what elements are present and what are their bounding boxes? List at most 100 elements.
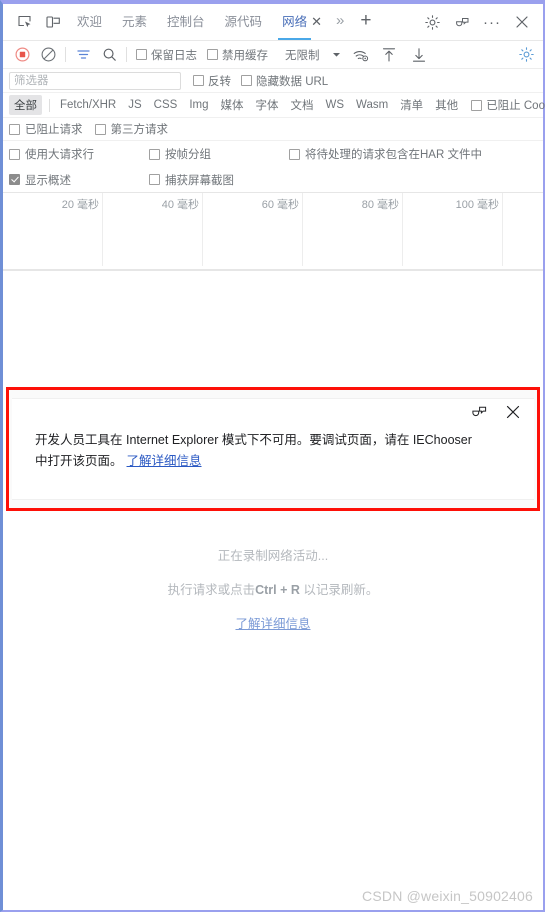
preserve-log-checkbox[interactable]: 保留日志 bbox=[136, 47, 197, 63]
empty-state-learn-more-link[interactable]: 了解详细信息 bbox=[235, 617, 310, 631]
close-icon[interactable] bbox=[507, 7, 537, 37]
feedback-icon[interactable] bbox=[469, 402, 489, 422]
network-empty-state: 正在录制网络活动... 执行请求或点击Ctrl + R 以记录刷新。 了解详细信… bbox=[3, 519, 543, 910]
hide-data-urls-label: 隐藏数据 URL bbox=[256, 75, 329, 88]
capture-screenshots-box[interactable] bbox=[149, 174, 160, 185]
third-party-requests-checkbox[interactable]: 第三方请求 bbox=[94, 121, 169, 137]
chip-img[interactable]: Img bbox=[184, 97, 213, 113]
banner-learn-more-link[interactable]: 了解详细信息 bbox=[127, 454, 202, 468]
preserve-log-label: 保留日志 bbox=[151, 49, 197, 62]
third-party-requests-label: 第三方请求 bbox=[110, 124, 169, 136]
chip-wasm[interactable]: Wasm bbox=[351, 97, 393, 113]
tab-sources[interactable]: 源代码 bbox=[215, 4, 273, 40]
tab-network[interactable]: 网络 bbox=[272, 4, 317, 40]
chevron-down-icon[interactable] bbox=[326, 44, 348, 66]
settings-gear-icon[interactable] bbox=[513, 43, 539, 67]
empty-state-content: 正在录制网络活动... 执行请求或点击Ctrl + R 以记录刷新。 了解详细信… bbox=[3, 545, 543, 633]
capture-screenshots-label: 捕获屏幕截图 bbox=[165, 174, 234, 187]
blocked-requests-box[interactable] bbox=[9, 123, 20, 135]
big-request-rows-checkbox[interactable]: 使用大请求行 bbox=[9, 146, 149, 162]
invert-label: 反转 bbox=[208, 75, 231, 88]
chip-fetch-xhr[interactable]: Fetch/XHR bbox=[55, 97, 121, 113]
hint-shortcut: Ctrl + R bbox=[255, 583, 300, 597]
overview-tick-label: 40 毫秒 bbox=[161, 199, 199, 211]
group-by-frame-checkbox[interactable]: 按帧分组 bbox=[149, 146, 289, 162]
more-tabs-icon[interactable]: » bbox=[328, 4, 352, 40]
hint-suffix: 以记录刷新。 bbox=[299, 583, 379, 597]
feedback-icon[interactable] bbox=[447, 7, 477, 37]
chip-doc[interactable]: 文档 bbox=[286, 95, 319, 115]
throttling-select[interactable]: 无限制 bbox=[279, 45, 326, 65]
overview-tick-label: 100 毫秒 bbox=[455, 199, 499, 211]
chip-media[interactable]: 媒体 bbox=[216, 95, 249, 115]
chip-all[interactable]: 全部 bbox=[9, 95, 42, 115]
filter-input[interactable] bbox=[9, 71, 181, 90]
big-request-rows-label: 使用大请求行 bbox=[25, 149, 94, 161]
ie-mode-banner: 开发人员工具在 Internet Explorer 模式下不可用。要调试页面，请… bbox=[6, 387, 540, 511]
export-har-icon[interactable] bbox=[404, 43, 434, 67]
chip-js[interactable]: JS bbox=[123, 97, 146, 113]
inspect-element-icon[interactable] bbox=[11, 9, 39, 35]
include-pending-har-checkbox[interactable]: 将待处理的请求包含在HAR 文件中 bbox=[289, 146, 482, 162]
tab-welcome[interactable]: 欢迎 bbox=[67, 4, 112, 40]
filter-row: 反转 隐藏数据 URL bbox=[3, 69, 543, 93]
preserve-log-box[interactable] bbox=[136, 49, 147, 60]
chip-separator bbox=[49, 98, 50, 112]
device-emulation-icon[interactable] bbox=[39, 9, 67, 35]
devtools-window: 欢迎 元素 控制台 源代码 网络 ✕ » + ··· 保留日志 禁用缓存 无限制… bbox=[0, 0, 545, 912]
type-filter-row: 全部 Fetch/XHR JS CSS Img 媒体 字体 文档 WS Wasm… bbox=[3, 93, 545, 118]
overview-tick-label: 60 毫秒 bbox=[261, 199, 299, 211]
network-conditions-icon[interactable] bbox=[348, 43, 374, 67]
group-by-frame-label: 按帧分组 bbox=[165, 149, 211, 161]
disable-cache-checkbox[interactable]: 禁用缓存 bbox=[207, 47, 268, 63]
tab-elements[interactable]: 元素 bbox=[112, 4, 157, 40]
third-party-requests-box[interactable] bbox=[94, 123, 106, 135]
option-row-requests: 已阻止请求 第三方请求 bbox=[3, 118, 543, 141]
blocked-requests-checkbox[interactable]: 已阻止请求 bbox=[9, 121, 83, 137]
toolbar-separator-2 bbox=[126, 47, 127, 62]
hide-data-urls-box[interactable] bbox=[241, 75, 252, 86]
big-request-rows-box[interactable] bbox=[9, 148, 20, 160]
devtools-tabbar: 欢迎 元素 控制台 源代码 网络 ✕ » + ··· bbox=[3, 4, 543, 41]
record-stop-icon[interactable] bbox=[9, 43, 35, 67]
banner-region: 开发人员工具在 Internet Explorer 模式下不可用。要调试页面，请… bbox=[3, 379, 543, 519]
chip-other[interactable]: 其他 bbox=[430, 95, 463, 115]
tab-console[interactable]: 控制台 bbox=[157, 4, 215, 40]
import-har-icon[interactable] bbox=[374, 43, 404, 67]
group-by-frame-box[interactable] bbox=[149, 148, 160, 160]
show-overview-box[interactable] bbox=[9, 174, 20, 185]
close-icon[interactable] bbox=[503, 402, 523, 422]
network-overview-timeline[interactable]: 20 毫秒 40 毫秒 60 毫秒 80 毫秒 100 毫秒 bbox=[3, 193, 543, 271]
capture-screenshots-checkbox[interactable]: 捕获屏幕截图 bbox=[149, 172, 234, 188]
devtools-panel: 欢迎 元素 控制台 源代码 网络 ✕ » + ··· 保留日志 禁用缓存 无限制… bbox=[3, 4, 545, 910]
network-toolbar: 保留日志 禁用缓存 无限制 bbox=[3, 41, 543, 69]
chip-font[interactable]: 字体 bbox=[251, 95, 284, 115]
disable-cache-box[interactable] bbox=[207, 49, 218, 60]
banner-message-block: 开发人员工具在 Internet Explorer 模式下不可用。要调试页面，请… bbox=[35, 430, 473, 472]
banner-message: 开发人员工具在 Internet Explorer 模式下不可用。要调试页面，请… bbox=[35, 433, 472, 468]
add-tab-button[interactable]: + bbox=[352, 4, 379, 40]
show-overview-checkbox[interactable]: 显示概述 bbox=[9, 172, 149, 188]
tab-network-group: 网络 ✕ bbox=[272, 4, 328, 40]
chip-css[interactable]: CSS bbox=[149, 97, 183, 113]
filter-icon[interactable] bbox=[70, 43, 96, 67]
include-pending-har-box[interactable] bbox=[289, 148, 300, 160]
chip-manifest[interactable]: 清单 bbox=[395, 95, 428, 115]
csdn-watermark: CSDN @weixin_50902406 bbox=[362, 888, 533, 904]
hide-data-urls-checkbox[interactable]: 隐藏数据 URL bbox=[241, 73, 328, 89]
search-icon[interactable] bbox=[96, 43, 122, 67]
invert-checkbox[interactable]: 反转 bbox=[193, 73, 231, 89]
overflow-menu-icon[interactable]: ··· bbox=[477, 7, 507, 37]
show-overview-label: 显示概述 bbox=[25, 174, 71, 187]
gear-icon[interactable] bbox=[417, 7, 447, 37]
invert-box[interactable] bbox=[193, 75, 204, 86]
blocked-cookies-checkbox[interactable]: 已阻止 Cookie bbox=[471, 97, 545, 113]
disable-cache-label: 禁用缓存 bbox=[222, 49, 268, 62]
overview-tick-label: 20 毫秒 bbox=[61, 199, 99, 211]
overview-tick-label: 80 毫秒 bbox=[361, 199, 399, 211]
banner-icon-group bbox=[469, 402, 523, 422]
clear-icon[interactable] bbox=[35, 43, 61, 67]
blocked-requests-label: 已阻止请求 bbox=[25, 124, 83, 136]
chip-ws[interactable]: WS bbox=[321, 97, 350, 113]
blocked-cookies-box[interactable] bbox=[471, 99, 483, 111]
